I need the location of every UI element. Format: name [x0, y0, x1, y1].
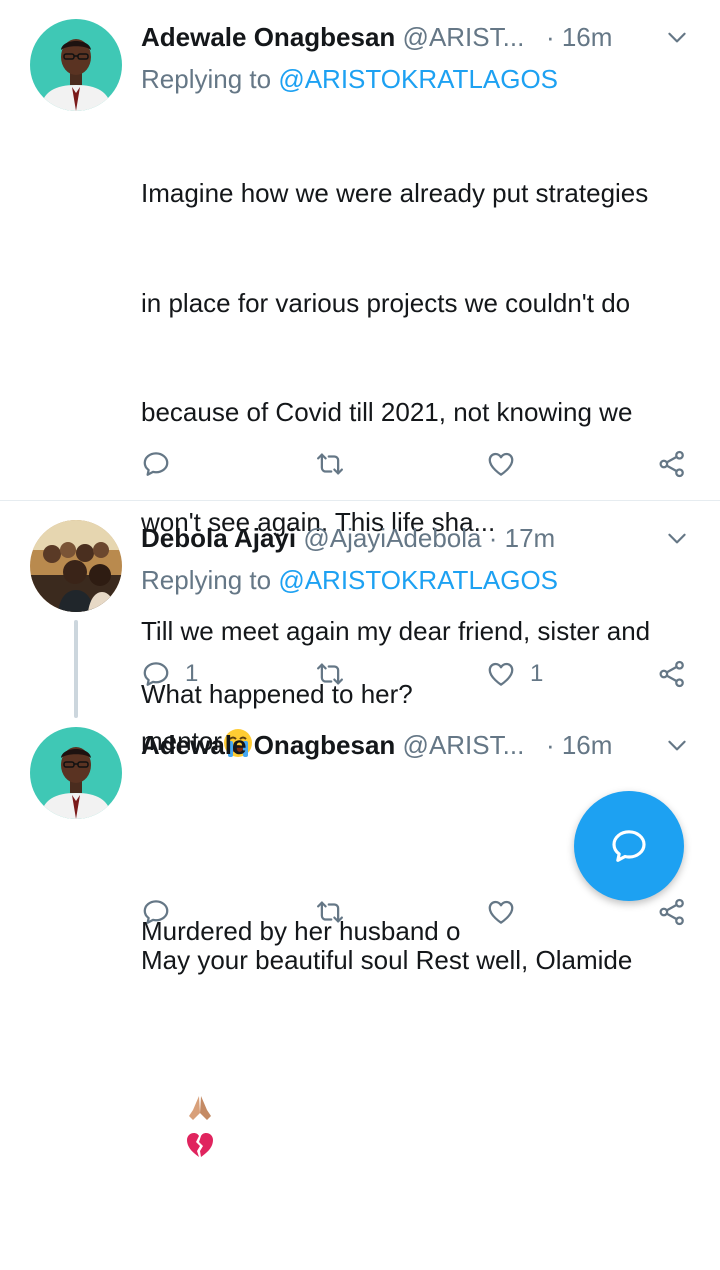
reply-button[interactable]: 1: [141, 654, 198, 694]
reply-icon: [141, 449, 171, 479]
share-icon: [657, 659, 687, 689]
text-line: because of Covid till 2021, not knowing …: [141, 397, 633, 427]
text-line: Imagine how we were already put strategi…: [141, 178, 649, 208]
reply-icon: [141, 659, 171, 689]
like-button[interactable]: [486, 444, 530, 484]
like-button[interactable]: [486, 892, 530, 932]
heart-icon: [486, 449, 516, 479]
timestamp[interactable]: · 16m: [546, 22, 612, 52]
tweet-1[interactable]: Adewale Onagbesan @ARIST... · 16m Replyi…: [0, 0, 720, 1158]
heart-icon: [486, 897, 516, 927]
broken-heart-icon: [187, 1133, 214, 1158]
retweet-button[interactable]: [315, 892, 359, 932]
share-icon: [657, 897, 687, 927]
timestamp[interactable]: · 17m: [489, 523, 555, 553]
compose-reply-button[interactable]: [574, 791, 684, 901]
avatar[interactable]: [30, 19, 122, 111]
tweet-header: Adewale Onagbesan @ARIST... · 16m: [141, 22, 690, 58]
mention-link[interactable]: @ARISTOKRATLAGOS: [278, 565, 558, 595]
tweet-actions: [141, 444, 701, 484]
tweet-2[interactable]: Debola Ajayi @AjayiAdebola · 17m Replyin…: [0, 501, 720, 711]
chevron-down-icon[interactable]: [664, 525, 690, 551]
thread-connector: [74, 620, 78, 718]
compose-reply-icon: [612, 830, 646, 862]
user-handle[interactable]: @ARIST...: [403, 22, 525, 52]
tweet-header: Adewale Onagbesan @ARIST... · 16m: [141, 730, 690, 766]
retweet-icon: [315, 897, 345, 927]
retweet-icon: [315, 659, 345, 689]
share-icon: [657, 449, 687, 479]
replying-prefix: Replying to: [141, 565, 279, 595]
chevron-down-icon[interactable]: [664, 732, 690, 758]
folded-hands-icon: [189, 1095, 212, 1120]
chevron-down-icon[interactable]: [664, 24, 690, 50]
mention-link[interactable]: @ARISTOKRATLAGOS: [278, 64, 558, 94]
display-name[interactable]: Adewale Onagbesan: [141, 22, 395, 52]
like-button[interactable]: 1: [486, 654, 543, 694]
heart-icon: [486, 659, 516, 689]
reply-button[interactable]: [141, 444, 185, 484]
replying-prefix: Replying to: [141, 64, 279, 94]
avatar[interactable]: [30, 727, 122, 819]
tweet-actions: 1 1: [141, 654, 701, 694]
like-count: 1: [530, 660, 544, 687]
retweet-button[interactable]: [315, 444, 359, 484]
retweet-icon: [315, 449, 345, 479]
display-name[interactable]: Debola Ajayi: [141, 523, 296, 553]
reply-button[interactable]: [141, 892, 185, 932]
reply-count: 1: [185, 660, 199, 687]
share-button[interactable]: [657, 444, 687, 484]
user-handle[interactable]: @ARIST...: [403, 730, 525, 760]
display-name[interactable]: Adewale Onagbesan: [141, 730, 395, 760]
timestamp[interactable]: · 16m: [546, 730, 612, 760]
share-button[interactable]: [657, 892, 687, 932]
reply-icon: [141, 897, 171, 927]
text-line: in place for various projects we couldn'…: [141, 287, 631, 318]
retweet-button[interactable]: [315, 654, 359, 694]
user-handle[interactable]: @AjayiAdebola: [303, 523, 481, 553]
replying-to: Replying to @ARISTOKRATLAGOS: [141, 565, 558, 596]
avatar[interactable]: [30, 520, 122, 612]
emoji-line: [141, 1051, 701, 1197]
tweet-header: Debola Ajayi @AjayiAdebola · 17m: [141, 523, 690, 559]
share-button[interactable]: [657, 654, 687, 694]
replying-to: Replying to @ARISTOKRATLAGOS: [141, 64, 558, 95]
